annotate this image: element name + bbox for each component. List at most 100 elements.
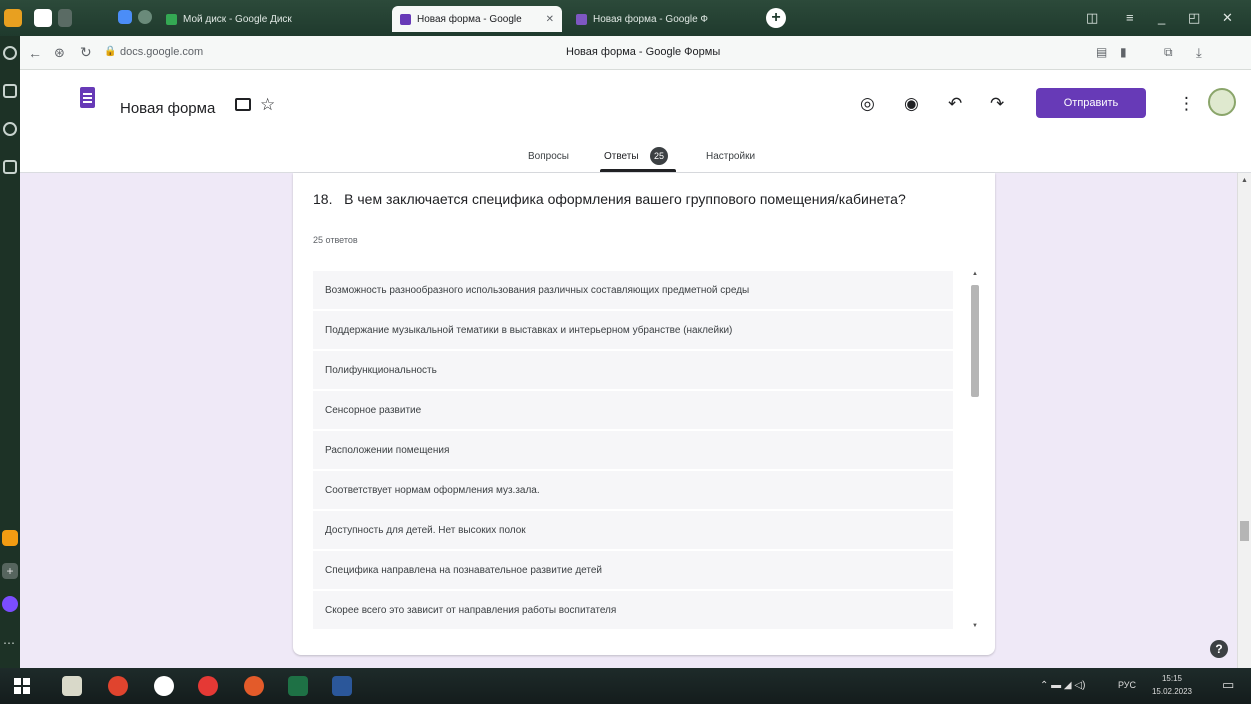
- reader-icon[interactable]: ▤: [1096, 45, 1107, 59]
- shield-icon[interactable]: ⊛: [54, 45, 65, 61]
- form-tabs: Вопросы Ответы 25 Настройки: [20, 145, 1251, 173]
- answers-scrollbar[interactable]: ▲ ▼: [969, 271, 981, 633]
- tab-responses[interactable]: Ответы 25: [600, 145, 678, 173]
- browser-tab-bar: Мой диск - Google Диск Новая форма - Goo…: [0, 0, 1251, 36]
- list-item: Скорее всего это зависит от направления …: [313, 591, 953, 631]
- answer-text: Поддержание музыкальной тематики в выста…: [325, 324, 733, 336]
- avatar[interactable]: [1208, 88, 1236, 116]
- new-tab-plus-icon[interactable]: +: [766, 8, 786, 28]
- explorer-icon[interactable]: [62, 676, 82, 696]
- google-forms-icon: [576, 13, 587, 25]
- page-scrollbar[interactable]: ▲: [1237, 173, 1251, 668]
- tab-questions[interactable]: Вопросы: [528, 151, 569, 162]
- tab-label: Новая форма - Google Ф: [593, 13, 709, 25]
- menu-icon[interactable]: ≡: [1126, 10, 1134, 25]
- alice-icon[interactable]: [2, 596, 18, 612]
- chrome-icon[interactable]: [108, 676, 128, 696]
- form-title[interactable]: Новая форма: [120, 100, 215, 117]
- address-bar-row: ← ⊛ ↻ 🔒 docs.google.com Новая форма - Go…: [20, 36, 1251, 70]
- reload-icon[interactable]: ↻: [80, 44, 92, 61]
- start-icon[interactable]: [14, 678, 30, 694]
- pinned-tab-icon[interactable]: [118, 10, 132, 24]
- url-text[interactable]: docs.google.com: [120, 46, 203, 58]
- tab-label: Мой диск - Google Диск: [183, 13, 292, 25]
- scroll-up-icon[interactable]: ▲: [1241, 177, 1248, 184]
- page-title: Новая форма - Google Формы: [566, 46, 721, 58]
- more-vert-icon[interactable]: ⋮: [1178, 94, 1195, 114]
- collections-icon[interactable]: [3, 84, 17, 98]
- history-icon[interactable]: [3, 46, 17, 60]
- answer-text: Специфика направлена на познавательное р…: [325, 564, 603, 576]
- tab-label: Новая форма - Google: [417, 13, 522, 25]
- word-icon[interactable]: [332, 676, 352, 696]
- clock-time: 15:15: [1161, 674, 1183, 683]
- zen-icon[interactable]: [3, 122, 17, 136]
- tab-new-form-active[interactable]: Новая форма - Google ✕: [392, 6, 562, 32]
- bookmark-icon[interactable]: ▮: [1120, 45, 1127, 59]
- music-icon[interactable]: [3, 160, 17, 174]
- question-text: В чем заключается специфика оформления в…: [344, 191, 906, 207]
- redo-icon[interactable]: ↷: [990, 94, 1004, 114]
- undo-icon[interactable]: ↶: [948, 94, 962, 114]
- question-title: 18. В чем заключается специфика оформлен…: [313, 191, 906, 207]
- palette-icon[interactable]: ◎: [860, 94, 875, 114]
- restore-icon[interactable]: ◰: [1188, 10, 1200, 26]
- more-icon[interactable]: ⋯: [3, 636, 15, 650]
- excel-icon[interactable]: [288, 676, 308, 696]
- scroll-up-icon[interactable]: ▲: [972, 271, 978, 277]
- list-item: Сенсорное развитие: [313, 391, 953, 431]
- windows-taskbar: ⌃ ▬ ◢ ◁) РУС 15:15 15.02.2023 ▭: [0, 668, 1251, 704]
- back-icon[interactable]: ←: [28, 45, 42, 61]
- list-item: Полифункциональность: [313, 351, 953, 391]
- google-drive-icon: [166, 13, 177, 25]
- yandex-browser-logo: [4, 9, 22, 27]
- help-icon[interactable]: ?: [1210, 640, 1228, 658]
- tab-settings[interactable]: Настройки: [706, 151, 755, 162]
- close-window-icon[interactable]: ✕: [1222, 10, 1233, 26]
- forms-logo[interactable]: [80, 87, 95, 108]
- yandex-icon[interactable]: [198, 676, 218, 696]
- language-indicator[interactable]: РУС: [1118, 680, 1136, 690]
- tab-menu-icon[interactable]: [34, 9, 52, 27]
- tabs-dropdown-icon[interactable]: [58, 9, 72, 27]
- list-item: Соответствует нормам оформления муз.зала…: [313, 471, 953, 511]
- app-icon[interactable]: [244, 676, 264, 696]
- mail-icon[interactable]: [2, 530, 18, 546]
- answer-text: Сенсорное развитие: [325, 404, 422, 416]
- minimize-icon[interactable]: _: [1158, 10, 1165, 25]
- send-button[interactable]: Отправить: [1036, 88, 1146, 118]
- list-item: Возможность разнообразного использования…: [313, 271, 953, 311]
- folder-icon[interactable]: [235, 98, 251, 111]
- list-item: Специфика направлена на познавательное р…: [313, 551, 953, 591]
- lock-icon: 🔒: [104, 46, 117, 57]
- responses-count-badge: 25: [650, 147, 668, 165]
- browser-side-panel: + ⋯: [0, 36, 20, 668]
- notifications-icon[interactable]: ▭: [1222, 677, 1234, 693]
- question-number: 18.: [313, 191, 333, 207]
- answers-scroll-thumb[interactable]: [971, 285, 979, 397]
- page-scroll-thumb[interactable]: [1240, 521, 1249, 541]
- question-summary-card: 18. В чем заключается специфика оформлен…: [293, 173, 995, 655]
- tray-icons[interactable]: ⌃ ▬ ◢ ◁): [1040, 680, 1085, 691]
- close-tab-icon[interactable]: ✕: [546, 14, 554, 25]
- extensions-icon[interactable]: ⧉: [1164, 45, 1173, 60]
- google-forms-icon: [400, 13, 411, 25]
- answer-text: Доступность для детей. Нет высоких полок: [325, 524, 526, 536]
- clock[interactable]: 15:15 15.02.2023: [1150, 672, 1194, 698]
- add-panel-icon[interactable]: +: [2, 563, 18, 579]
- answer-text: Скорее всего это зависит от направления …: [325, 604, 617, 616]
- yandex-browser-icon[interactable]: [154, 676, 174, 696]
- answer-text: Возможность разнообразного использования…: [325, 284, 750, 296]
- tab-responses-label: Ответы: [604, 151, 639, 162]
- answer-text: Соответствует нормам оформления муз.зала…: [325, 484, 540, 496]
- pinned-tab-icon[interactable]: [138, 10, 152, 24]
- answer-text: Полифункциональность: [325, 364, 437, 376]
- eye-icon[interactable]: ◉: [904, 94, 919, 114]
- star-icon[interactable]: ☆: [260, 95, 275, 115]
- list-item: Поддержание музыкальной тематики в выста…: [313, 311, 953, 351]
- tab-new-form-2[interactable]: Новая форма - Google Ф: [568, 6, 748, 32]
- download-icon[interactable]: ⤓: [1196, 45, 1202, 61]
- bookmarks-icon[interactable]: ◫: [1086, 10, 1098, 26]
- scroll-down-icon[interactable]: ▼: [972, 623, 978, 629]
- tab-google-drive[interactable]: Мой диск - Google Диск: [158, 6, 386, 32]
